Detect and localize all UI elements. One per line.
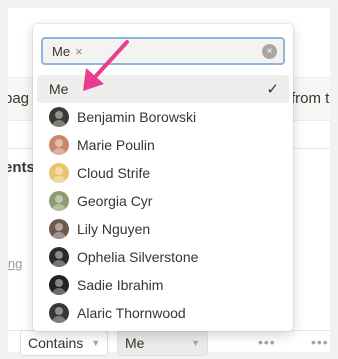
- more-options-icon-right[interactable]: •••: [311, 334, 329, 350]
- option-label: Lily Nguyen: [77, 221, 151, 237]
- person-search-field[interactable]: Me × ×: [41, 37, 285, 65]
- filter-value-label: Me: [125, 335, 145, 351]
- more-options-icon[interactable]: •••: [258, 334, 276, 350]
- background-text-left: pag: [8, 90, 30, 107]
- option-ophelia-silverstone[interactable]: Ophelia Silverstone: [37, 243, 289, 271]
- selected-person-token: Me ×: [49, 42, 87, 60]
- option-label: Ophelia Silverstone: [77, 249, 199, 265]
- avatar: [49, 303, 69, 323]
- token-remove-icon[interactable]: ×: [75, 44, 83, 59]
- filter-operator-select[interactable]: Contains ▼: [20, 330, 108, 356]
- option-lily-nguyen[interactable]: Lily Nguyen: [37, 215, 289, 243]
- avatar: [49, 107, 69, 127]
- avatar: [49, 135, 69, 155]
- person-search-input[interactable]: [86, 41, 262, 61]
- clear-search-icon[interactable]: ×: [262, 43, 277, 59]
- chevron-down-icon: ▼: [191, 338, 200, 348]
- option-cloud-strife[interactable]: Cloud Strife: [37, 159, 289, 187]
- option-label: Cloud Strife: [77, 165, 151, 181]
- person-option-list: Me ✓ Benjamin Borowski Marie Poulin Clou…: [37, 75, 289, 327]
- option-marie-poulin[interactable]: Marie Poulin: [37, 131, 289, 159]
- filter-operator-label: Contains: [28, 335, 84, 351]
- option-benjamin-borowski[interactable]: Benjamin Borowski: [37, 103, 289, 131]
- option-sadie-ibrahim[interactable]: Sadie Ibrahim: [37, 271, 289, 299]
- filter-value-select[interactable]: Me ▼: [117, 330, 208, 356]
- avatar: [49, 163, 69, 183]
- option-label: Marie Poulin: [77, 137, 155, 153]
- option-georgia-cyr[interactable]: Georgia Cyr: [37, 187, 289, 215]
- token-label: Me: [52, 43, 71, 59]
- avatar: [49, 191, 69, 211]
- person-picker-dropdown: Me × × Me ✓ Benjamin Borowski Marie Poul…: [33, 24, 293, 331]
- option-label: Georgia Cyr: [77, 193, 153, 209]
- chevron-down-icon: ▼: [91, 338, 101, 348]
- background-text-right: from t: [291, 90, 330, 107]
- option-me[interactable]: Me ✓: [37, 75, 289, 103]
- option-label: Sadie Ibrahim: [77, 277, 164, 293]
- option-alaric-thornwood[interactable]: Alaric Thornwood: [37, 299, 289, 327]
- avatar: [49, 247, 69, 267]
- background-link: ing: [8, 256, 23, 271]
- option-label: Alaric Thornwood: [77, 305, 186, 321]
- background-heading: ents: [8, 159, 35, 176]
- option-label: Benjamin Borowski: [77, 109, 197, 125]
- option-label: Me: [49, 81, 69, 97]
- checkmark-icon: ✓: [266, 81, 279, 98]
- avatar: [49, 275, 69, 295]
- avatar: [49, 219, 69, 239]
